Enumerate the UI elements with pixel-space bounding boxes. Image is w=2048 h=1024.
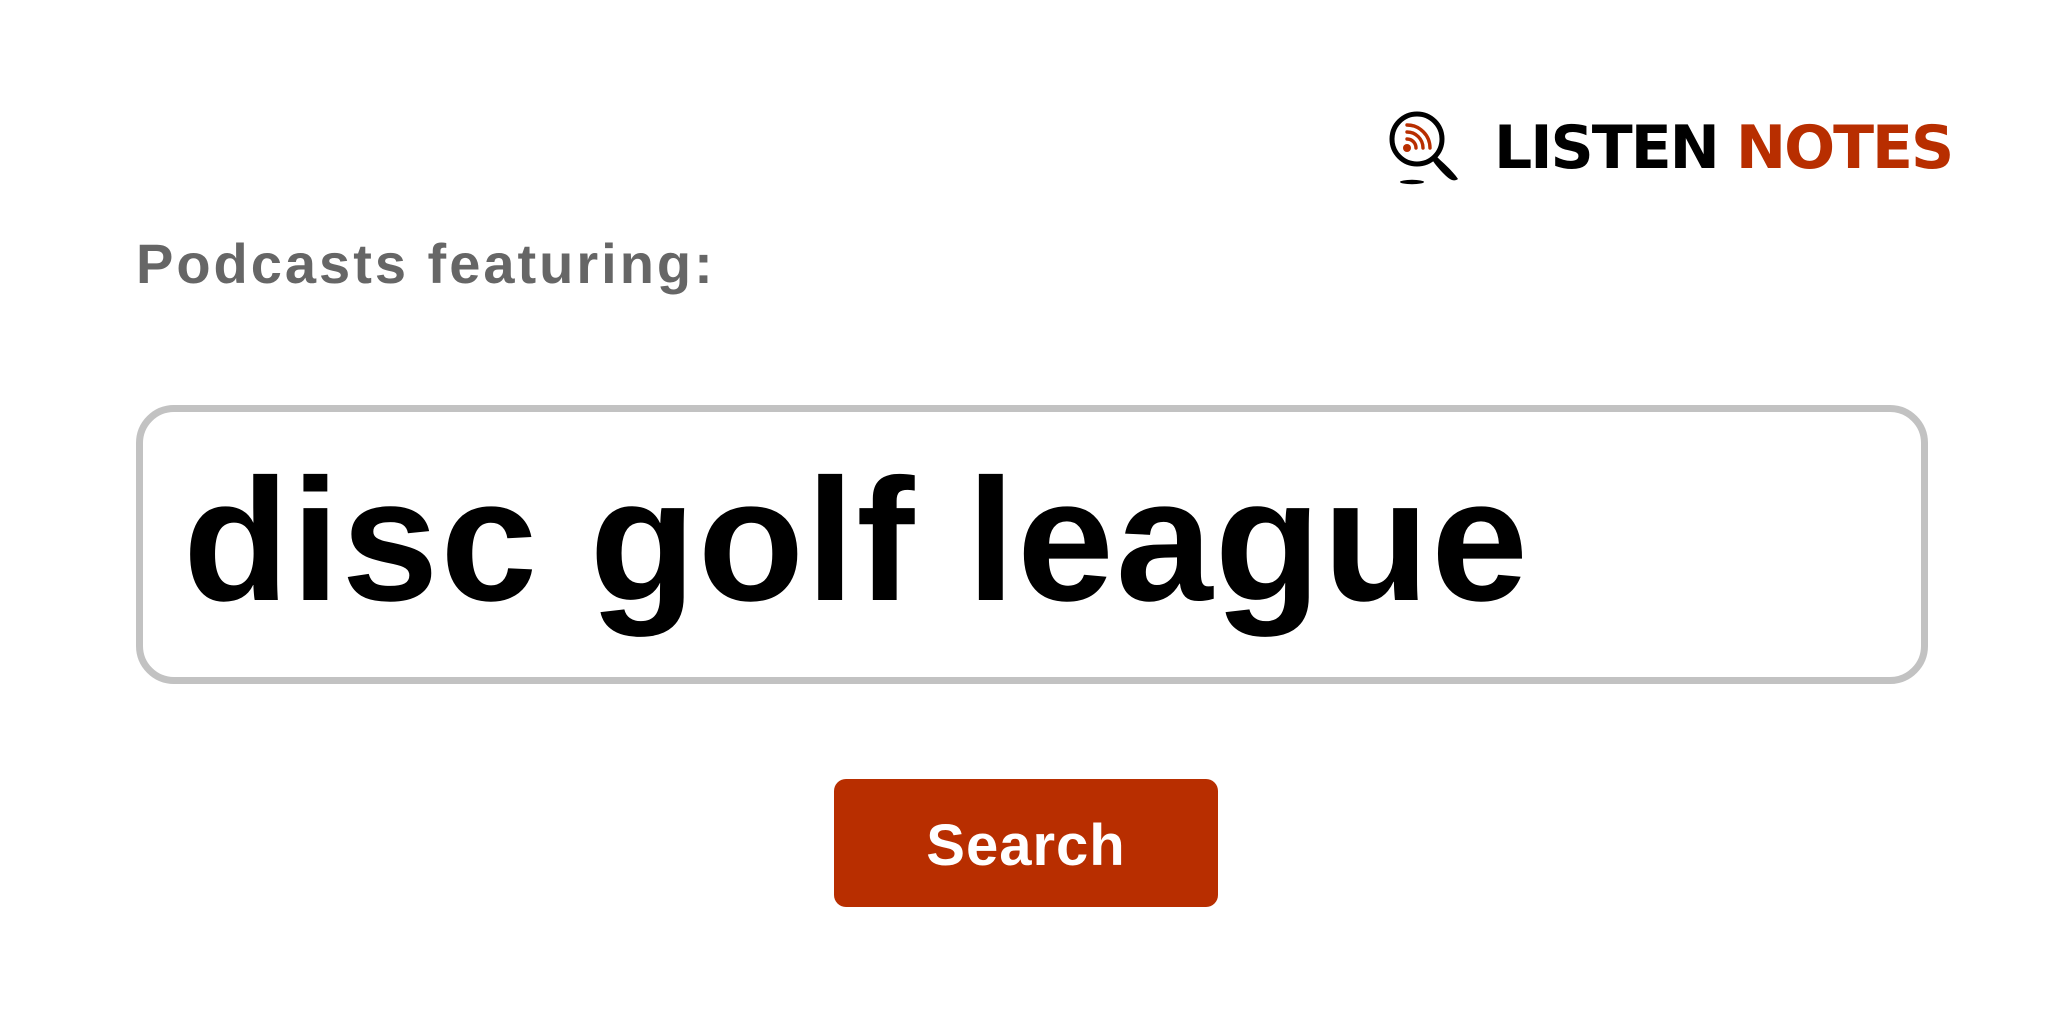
search-button[interactable]: Search	[834, 779, 1218, 907]
brand-logo[interactable]: LISTEN NOTES	[1384, 108, 1954, 188]
page-heading: Podcasts featuring:	[136, 232, 716, 295]
search-input[interactable]: disc golf league	[136, 405, 1928, 684]
brand-word-notes: NOTES	[1735, 113, 1954, 183]
podcast-search-icon	[1389, 111, 1458, 185]
search-button-label: Search	[926, 813, 1126, 878]
search-input-value[interactable]: disc golf league	[183, 452, 1530, 627]
brand-word-listen: LISTEN	[1494, 113, 1720, 183]
brand-wordmark: LISTEN NOTES	[1494, 118, 1954, 178]
